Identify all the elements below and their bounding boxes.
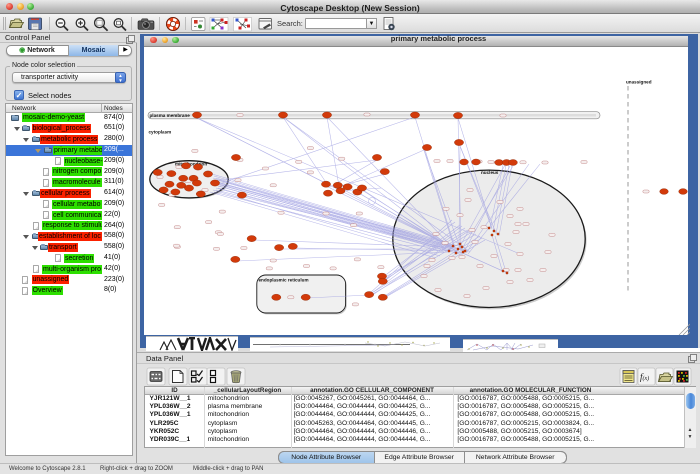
svg-text:plasma membrane: plasma membrane	[150, 113, 191, 118]
svg-text:nucleus: nucleus	[481, 170, 499, 175]
svg-text:endoplasmic reticulum: endoplasmic reticulum	[259, 278, 309, 283]
svg-text:cytoplasm: cytoplasm	[149, 130, 172, 135]
svg-text:unassigned: unassigned	[626, 80, 652, 85]
